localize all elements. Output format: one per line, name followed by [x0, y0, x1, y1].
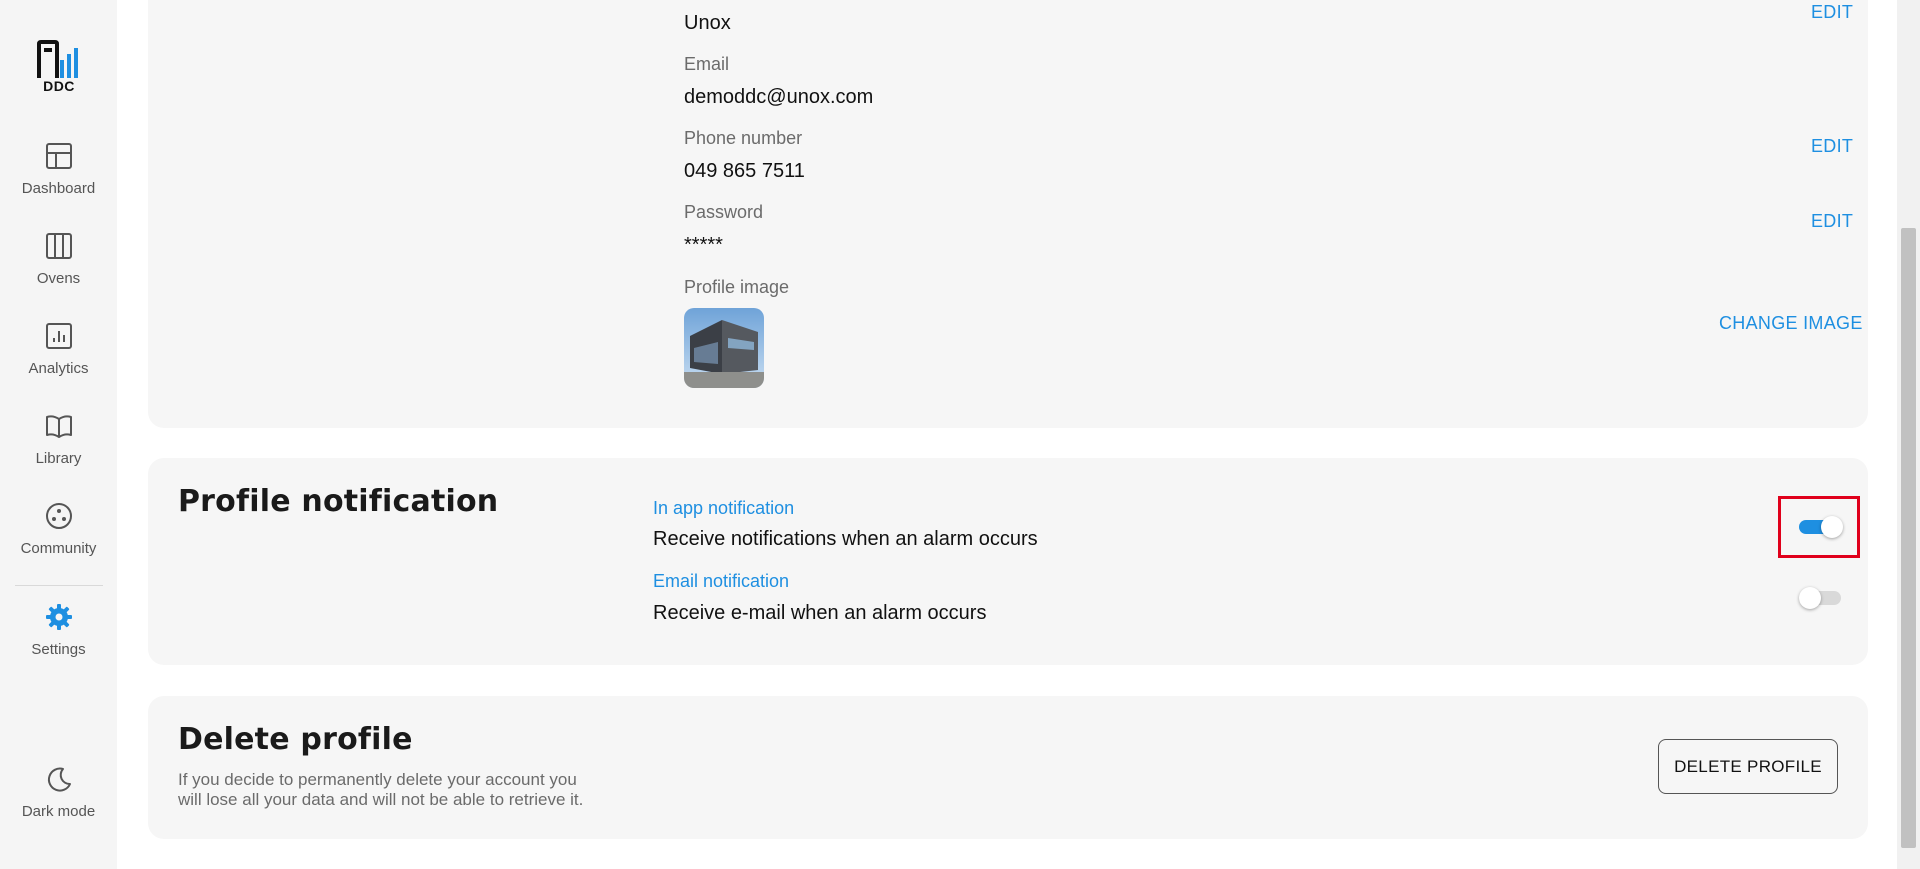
profile-image: [684, 308, 764, 388]
analytics-icon: [45, 323, 72, 349]
edit-name-button[interactable]: EDIT: [1811, 2, 1853, 23]
logo-icon: [37, 40, 78, 78]
sidebar-item-settings[interactable]: Settings: [0, 603, 117, 673]
profile-photo: [684, 308, 764, 388]
sidebar-item-label: Dashboard: [21, 180, 96, 197]
name-value: Unox: [684, 12, 731, 34]
profile-image-label: Profile image: [684, 277, 790, 297]
password-label: Password: [684, 202, 764, 222]
toggle-knob: [1821, 516, 1843, 538]
scrollbar[interactable]: [1897, 0, 1920, 869]
profile-info-card: Unox EDIT Email demoddc@unox.com Phone n…: [148, 0, 1868, 428]
password-value: *****: [684, 234, 723, 256]
delete-profile-card: Delete profile If you decide to permanen…: [148, 696, 1868, 839]
profile-notification-card: Profile notification In app notification…: [148, 458, 1868, 665]
email-value: demoddc@unox.com: [684, 86, 874, 108]
email-notification-label: Email notification: [653, 571, 790, 591]
delete-description-line: If you decide to permanently delete your…: [178, 770, 577, 789]
community-icon: [45, 503, 72, 529]
gear-icon: [45, 604, 72, 630]
email-notification-toggle[interactable]: [1799, 587, 1841, 609]
delete-description-line: will lose all your data and will not be …: [178, 790, 584, 809]
email-label: Email: [684, 54, 730, 74]
moon-icon: [47, 767, 71, 792]
main-content: Unox EDIT Email demoddc@unox.com Phone n…: [117, 0, 1897, 869]
dark-mode-label: Dark mode: [21, 803, 96, 820]
in-app-notification-toggle[interactable]: [1799, 516, 1843, 538]
delete-section-title: Delete profile: [178, 722, 413, 757]
sidebar-item-community[interactable]: Community: [0, 502, 117, 572]
edit-phone-button[interactable]: EDIT: [1811, 136, 1853, 157]
sidebar-item-label: Analytics: [28, 360, 89, 377]
delete-description: If you decide to permanently delete your…: [178, 770, 628, 810]
sidebar-item-label: Ovens: [36, 270, 81, 287]
in-app-notification-desc: Receive notifications when an alarm occu…: [653, 528, 1038, 550]
delete-profile-button[interactable]: DELETE PROFILE: [1658, 739, 1838, 794]
sidebar-item-label: Library: [35, 450, 82, 467]
phone-label: Phone number: [684, 128, 803, 148]
sidebar-item-analytics[interactable]: Analytics: [0, 322, 117, 392]
library-icon: [45, 415, 72, 438]
sidebar-item-label: Community: [20, 540, 97, 557]
dark-mode-toggle[interactable]: Dark mode: [0, 765, 117, 835]
phone-value: 049 865 7511: [684, 160, 805, 182]
change-image-button[interactable]: CHANGE IMAGE: [1719, 313, 1863, 334]
toggle-knob: [1799, 587, 1821, 609]
scrollbar-thumb[interactable]: [1901, 228, 1916, 848]
logo-text: DDC: [43, 78, 75, 94]
sidebar-item-label: Settings: [31, 641, 86, 658]
edit-password-button[interactable]: EDIT: [1811, 211, 1853, 232]
in-app-notification-label: In app notification: [653, 498, 795, 518]
email-notification-desc: Receive e-mail when an alarm occurs: [653, 602, 987, 624]
sidebar-item-library[interactable]: Library: [0, 412, 117, 482]
sidebar-item-ovens[interactable]: Ovens: [0, 232, 117, 302]
sidebar: DDC Dashboard Ovens Analytics Library Co…: [0, 0, 117, 869]
sidebar-item-dashboard[interactable]: Dashboard: [0, 142, 117, 212]
dashboard-icon: [45, 143, 72, 169]
sidebar-divider: [15, 585, 103, 586]
notification-section-title: Profile notification: [178, 484, 499, 519]
ovens-icon: [45, 233, 72, 259]
